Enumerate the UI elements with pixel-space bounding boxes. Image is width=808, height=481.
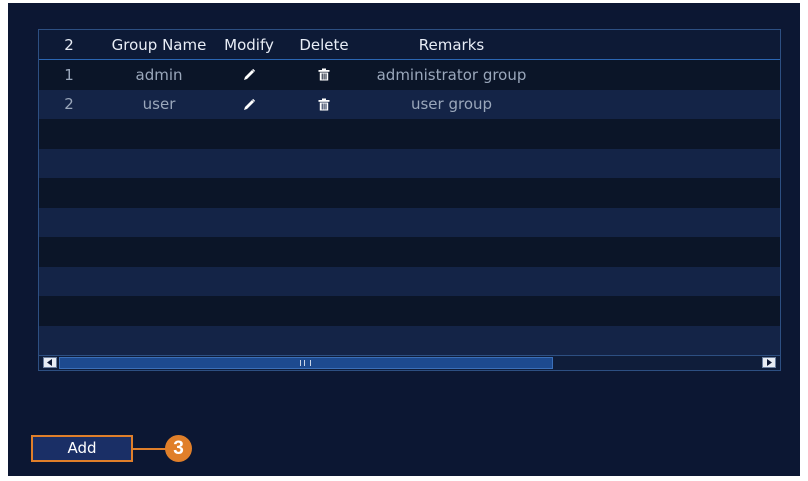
add-button[interactable]: Add (31, 435, 133, 462)
header-delete: Delete (299, 35, 349, 54)
empty-row (39, 178, 780, 208)
header-modify: Modify (224, 35, 274, 54)
empty-row (39, 325, 780, 355)
table-header: 2 Group Name Modify Delete Remarks (39, 30, 780, 60)
empty-row (39, 148, 780, 178)
header-remarks: Remarks (418, 35, 485, 54)
group-name: user (142, 95, 176, 114)
pencil-icon[interactable] (219, 98, 279, 111)
empty-row (39, 237, 780, 267)
table-row[interactable]: 2 user user group (39, 89, 780, 119)
table-row[interactable]: 1 admin administrator group (39, 60, 780, 90)
pencil-icon[interactable] (219, 68, 279, 81)
row-number: 1 (64, 65, 74, 84)
trash-icon[interactable] (279, 98, 369, 111)
horizontal-scrollbar[interactable] (39, 355, 780, 370)
empty-row (39, 296, 780, 326)
callout-connector (133, 448, 167, 450)
empty-row (39, 119, 780, 149)
group-remarks: administrator group (376, 65, 527, 84)
group-table: 2 Group Name Modify Delete Remarks 1 adm… (38, 29, 781, 371)
arrow-left-icon[interactable] (43, 357, 57, 368)
trash-icon[interactable] (279, 68, 369, 81)
group-remarks: user group (410, 95, 493, 114)
arrow-right-icon[interactable] (762, 357, 776, 368)
header-group-name[interactable]: Group Name (99, 36, 219, 54)
scrollbar-thumb[interactable] (59, 357, 553, 369)
group-name: admin (135, 65, 183, 84)
empty-row (39, 207, 780, 237)
group-management-panel: 2 Group Name Modify Delete Remarks 1 adm… (8, 3, 800, 476)
empty-row (39, 266, 780, 296)
row-number: 2 (64, 95, 74, 114)
grip-icon (300, 360, 311, 366)
callout-badge: 3 (165, 435, 192, 462)
header-count: 2 (64, 35, 74, 54)
